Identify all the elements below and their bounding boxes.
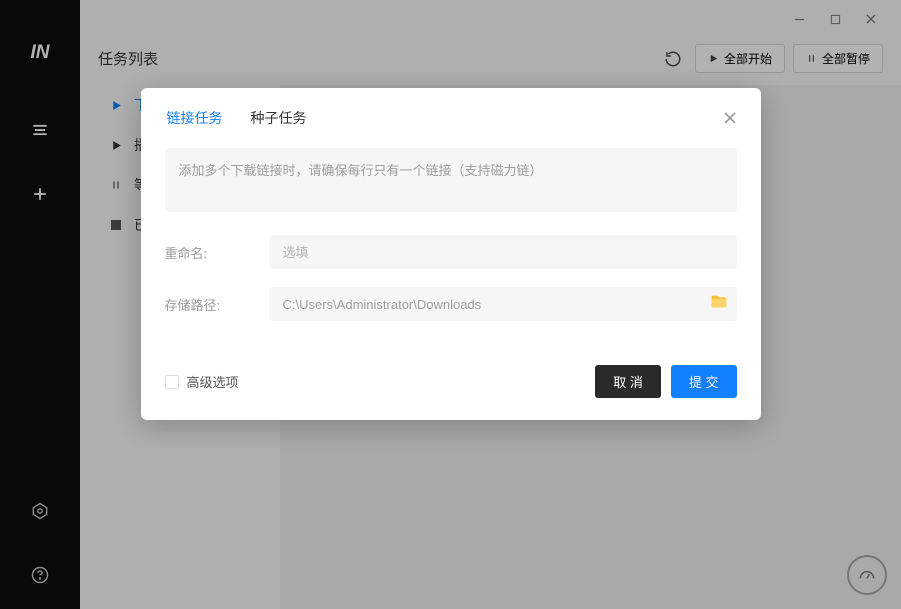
browse-folder-icon[interactable] [709, 292, 729, 317]
advanced-options-toggle[interactable]: 高级选项 [165, 372, 239, 391]
link-input[interactable] [165, 148, 737, 212]
modal-footer: 高级选项 取 消 提 交 [165, 365, 737, 398]
new-task-modal: 链接任务 种子任务 重命名: 存储路径: [141, 88, 761, 420]
rename-row: 重命名: [165, 235, 737, 269]
rename-label: 重命名: [165, 243, 269, 262]
path-row: 存储路径: [165, 287, 737, 321]
modal-close-icon[interactable] [723, 109, 737, 130]
link-input-wrap [165, 148, 737, 217]
rename-input[interactable] [269, 235, 737, 269]
path-label: 存储路径: [165, 295, 269, 314]
tab-seed-task[interactable]: 种子任务 [249, 108, 309, 130]
modal-tabs: 链接任务 种子任务 [165, 108, 737, 130]
checkbox-icon [165, 375, 179, 389]
cancel-button[interactable]: 取 消 [595, 365, 661, 398]
tab-link-task[interactable]: 链接任务 [165, 108, 225, 130]
path-input[interactable] [269, 287, 737, 321]
submit-button[interactable]: 提 交 [671, 365, 737, 398]
advanced-options-label: 高级选项 [187, 372, 239, 391]
modal-overlay: 链接任务 种子任务 重命名: 存储路径: [0, 0, 901, 609]
